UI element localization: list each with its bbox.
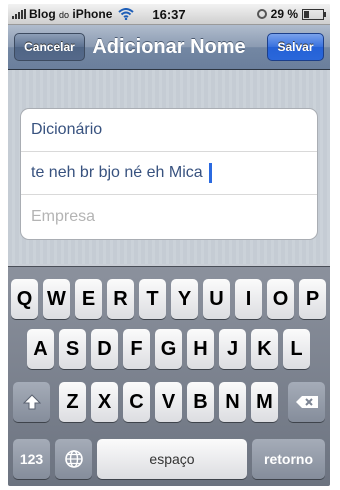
- key-m[interactable]: M: [251, 382, 278, 422]
- numbers-key[interactable]: 123: [13, 439, 50, 479]
- form-area: Dicionário te neh br bjo né eh Mica Empr…: [8, 70, 330, 264]
- first-name-value: Dicionário: [31, 121, 103, 138]
- name-fields-group: Dicionário te neh br bjo né eh Mica Empr…: [20, 108, 318, 240]
- status-right: 29 %: [256, 7, 326, 21]
- space-key[interactable]: espaço: [97, 439, 247, 479]
- company-field[interactable]: Empresa: [21, 195, 317, 238]
- return-key[interactable]: retorno: [252, 439, 325, 479]
- battery-percent: 29 %: [270, 7, 298, 21]
- key-x[interactable]: X: [91, 382, 118, 422]
- key-q[interactable]: Q: [11, 279, 38, 319]
- battery-icon: [302, 8, 326, 20]
- key-v[interactable]: V: [155, 382, 182, 422]
- key-o[interactable]: O: [267, 279, 294, 319]
- key-s[interactable]: S: [59, 329, 86, 369]
- key-e[interactable]: E: [75, 279, 102, 319]
- last-name-value: te neh br bjo né eh Mica: [31, 164, 203, 181]
- key-t[interactable]: T: [139, 279, 166, 319]
- key-a[interactable]: A: [27, 329, 54, 369]
- globe-key[interactable]: [55, 439, 92, 479]
- key-d[interactable]: D: [91, 329, 118, 369]
- key-w[interactable]: W: [43, 279, 70, 319]
- key-u[interactable]: U: [203, 279, 230, 319]
- company-placeholder: Empresa: [31, 207, 96, 225]
- key-n[interactable]: N: [219, 382, 246, 422]
- key-j[interactable]: J: [219, 329, 246, 369]
- backspace-key[interactable]: [288, 382, 325, 422]
- iphone-screen: Blog do iPhone 16:37 29 % Cancelar Adici…: [8, 4, 330, 486]
- key-z[interactable]: Z: [59, 382, 86, 422]
- shift-arrow-icon: [22, 394, 41, 410]
- keyboard: 123 espaço retorno QWERTYUIOP ASDFGHJKL ZX…: [8, 266, 330, 486]
- key-p[interactable]: P: [299, 279, 326, 319]
- key-b[interactable]: B: [187, 382, 214, 422]
- battery-fill: [304, 10, 309, 18]
- key-g[interactable]: G: [155, 329, 182, 369]
- key-r[interactable]: R: [107, 279, 134, 319]
- text-cursor: [208, 163, 212, 183]
- save-button[interactable]: Salvar: [267, 33, 324, 61]
- last-name-field[interactable]: te neh br bjo né eh Mica: [21, 152, 317, 195]
- first-name-field[interactable]: Dicionário: [21, 109, 317, 152]
- shift-key[interactable]: [13, 382, 50, 422]
- key-h[interactable]: H: [187, 329, 214, 369]
- status-bar: Blog do iPhone 16:37 29 %: [8, 4, 330, 25]
- globe-icon: [64, 450, 83, 468]
- navigation-bar: Cancelar Adicionar Nome Salvar: [8, 25, 330, 70]
- key-y[interactable]: Y: [171, 279, 198, 319]
- backspace-icon: [295, 396, 318, 408]
- key-f[interactable]: F: [123, 329, 150, 369]
- rotation-lock-icon: [256, 9, 267, 19]
- key-l[interactable]: L: [283, 329, 310, 369]
- key-i[interactable]: I: [235, 279, 262, 319]
- key-k[interactable]: K: [251, 329, 278, 369]
- key-c[interactable]: C: [123, 382, 150, 422]
